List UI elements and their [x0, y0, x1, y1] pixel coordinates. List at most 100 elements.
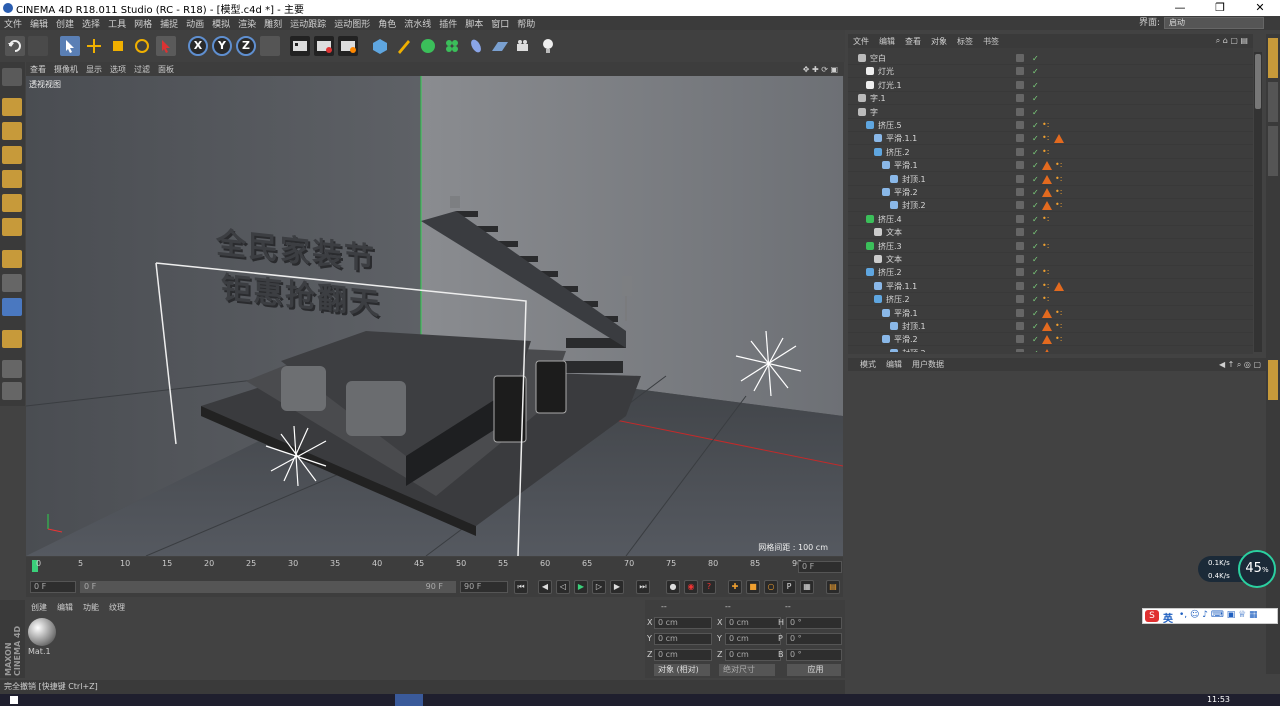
layer-edit-icon[interactable] [1016, 134, 1024, 143]
menu-pipeline[interactable]: 流水线 [404, 17, 431, 30]
visibility-check-icon[interactable]: ✓ [1032, 280, 1039, 293]
make-editable-icon[interactable] [2, 68, 22, 86]
object-row[interactable]: 字.1 ✓ [848, 92, 1253, 106]
model-mode-icon[interactable] [2, 98, 22, 116]
menu-plugins[interactable]: 插件 [439, 17, 457, 30]
visibility-check-icon[interactable]: ✓ [1032, 226, 1039, 239]
coord-rot-h[interactable]: 0 ° [786, 617, 842, 629]
tab-attributes[interactable] [1268, 360, 1278, 400]
phong-tag-icon[interactable]: •: [1042, 295, 1049, 303]
keyframe-selection-icon[interactable]: ? [702, 580, 716, 594]
phong-tag-icon[interactable]: •: [1055, 161, 1062, 169]
phong-tag-icon[interactable]: •: [1042, 214, 1049, 223]
object-name[interactable]: 封顶.2 [902, 347, 926, 352]
menu-animate[interactable]: 动画 [186, 17, 204, 30]
object-row[interactable]: 灯光.1 ✓ [848, 79, 1253, 92]
visibility-check-icon[interactable]: ✓ [1032, 106, 1039, 119]
coord-rot-b[interactable]: 0 ° [786, 649, 842, 661]
menu-mesh[interactable]: 网格 [134, 17, 152, 30]
object-name[interactable]: 封顶.2 [902, 199, 926, 212]
object-row[interactable]: 封顶.1 ✓ •: [848, 173, 1253, 186]
record-keys-icon[interactable]: ● [666, 580, 680, 594]
visibility-check-icon[interactable]: ✓ [1032, 159, 1039, 172]
object-name[interactable]: 挤压.5 [878, 119, 902, 132]
layer-edit-icon[interactable] [1016, 214, 1024, 223]
obj-search-icon[interactable]: ⌕ ⌂ ▢ ▤ [1216, 36, 1248, 46]
ime-tool-icons[interactable]: •, ☺ ♪ ⌨ ▣ ♕ ▦ [1179, 610, 1258, 620]
object-name[interactable]: 字 [870, 106, 878, 119]
visibility-check-icon[interactable]: ✓ [1032, 347, 1039, 352]
obj-menu-objects[interactable]: 对象 [931, 36, 947, 47]
material-tag-icon[interactable] [1042, 348, 1052, 352]
layer-edit-icon[interactable] [1016, 255, 1024, 263]
object-name[interactable]: 平滑.1 [894, 307, 918, 320]
ime-language[interactable]: 英 [1163, 610, 1173, 625]
visibility-check-icon[interactable]: ✓ [1032, 173, 1039, 186]
go-to-end-icon[interactable]: ⏭ [636, 580, 650, 594]
layer-edit-icon[interactable] [1016, 80, 1024, 89]
render-view-icon[interactable] [290, 36, 310, 56]
light-icon[interactable] [538, 36, 558, 56]
menu-mograph[interactable]: 运动图形 [334, 17, 370, 30]
next-keyframe-icon[interactable]: ▶ [610, 580, 624, 594]
object-row[interactable]: 灯光 ✓ [848, 65, 1253, 79]
quantize-icon[interactable] [2, 360, 22, 378]
phong-tag-icon[interactable]: •: [1055, 308, 1062, 317]
material-tag-icon[interactable] [1042, 201, 1052, 211]
subdivision-surface-icon[interactable] [418, 36, 438, 56]
texture-mode-icon[interactable] [2, 122, 22, 140]
menu-tools[interactable]: 工具 [108, 17, 126, 30]
timeline-ruler[interactable]: 051015202530354045505560657075808590 0 F [26, 557, 843, 577]
object-row[interactable]: 平滑.1.1 ✓ •: [848, 132, 1253, 146]
tab-takes[interactable] [1268, 82, 1278, 122]
menu-create[interactable]: 创建 [56, 17, 74, 30]
phong-tag-icon[interactable]: •: [1055, 335, 1062, 343]
auto-keying-icon[interactable]: ◉ [684, 580, 698, 594]
layer-edit-icon[interactable] [1016, 228, 1024, 237]
material-tag-icon[interactable] [1042, 308, 1052, 318]
prev-keyframe-icon[interactable]: ◀ [538, 580, 552, 594]
redo-icon[interactable] [28, 36, 48, 56]
object-name[interactable]: 平滑.2 [894, 186, 918, 199]
object-name[interactable]: 封顶.1 [902, 320, 926, 333]
material-menu-function[interactable]: 功能 [83, 602, 99, 613]
object-name[interactable]: 平滑.1 [894, 159, 918, 172]
object-name[interactable]: 平滑.1.1 [886, 280, 917, 293]
obj-menu-edit[interactable]: 编辑 [879, 36, 895, 47]
coord-mode-select[interactable]: 对象 (相对) [654, 664, 710, 676]
object-row[interactable]: 平滑.1 ✓ •: [848, 159, 1253, 173]
visibility-check-icon[interactable]: ✓ [1032, 213, 1039, 226]
layer-edit-icon[interactable] [1016, 147, 1024, 156]
cube-icon[interactable] [370, 36, 390, 56]
phong-tag-icon[interactable]: •: [1042, 134, 1049, 142]
phong-tag-icon[interactable]: •: [1055, 201, 1062, 209]
object-row[interactable]: 平滑.1.1 ✓ •: [848, 280, 1253, 293]
material-tag-icon[interactable] [1042, 322, 1052, 331]
parameter-key-icon[interactable]: P [782, 580, 796, 594]
layer-edit-icon[interactable] [1016, 107, 1024, 116]
minimize-button[interactable]: — [1160, 0, 1200, 16]
z-axis-lock-icon[interactable]: Z [236, 36, 256, 56]
tab-content-browser[interactable] [1268, 126, 1278, 176]
render-settings-icon[interactable] [338, 36, 358, 56]
pen-spline-icon[interactable] [394, 36, 414, 56]
deformer-icon[interactable] [466, 36, 486, 56]
start-frame-field[interactable]: 0 F [30, 581, 76, 593]
x-axis-lock-icon[interactable]: X [188, 36, 208, 56]
menu-snap[interactable]: 捕捉 [160, 17, 178, 30]
object-row[interactable]: 挤压.2 ✓ •: [848, 293, 1253, 307]
viewport-menu-filter[interactable]: 过滤 [134, 64, 150, 75]
menu-sculpt[interactable]: 雕刻 [264, 17, 282, 30]
layer-edit-icon[interactable] [1016, 322, 1024, 330]
attr-menu-userdata[interactable]: 用户数据 [912, 359, 944, 370]
pla-key-icon[interactable]: ▦ [800, 580, 814, 594]
object-row[interactable]: 挤压.5 ✓ •: [848, 119, 1253, 132]
camera-icon[interactable] [514, 36, 534, 56]
object-name[interactable]: 挤压.2 [878, 266, 902, 279]
object-name[interactable]: 挤压.2 [886, 293, 910, 306]
coord-size-z[interactable]: 0 cm [725, 649, 781, 661]
object-row[interactable]: 封顶.2 ✓ [848, 347, 1253, 352]
visibility-check-icon[interactable]: ✓ [1032, 65, 1039, 78]
viewport-menu-display[interactable]: 显示 [86, 64, 102, 75]
move-icon[interactable] [84, 36, 104, 56]
